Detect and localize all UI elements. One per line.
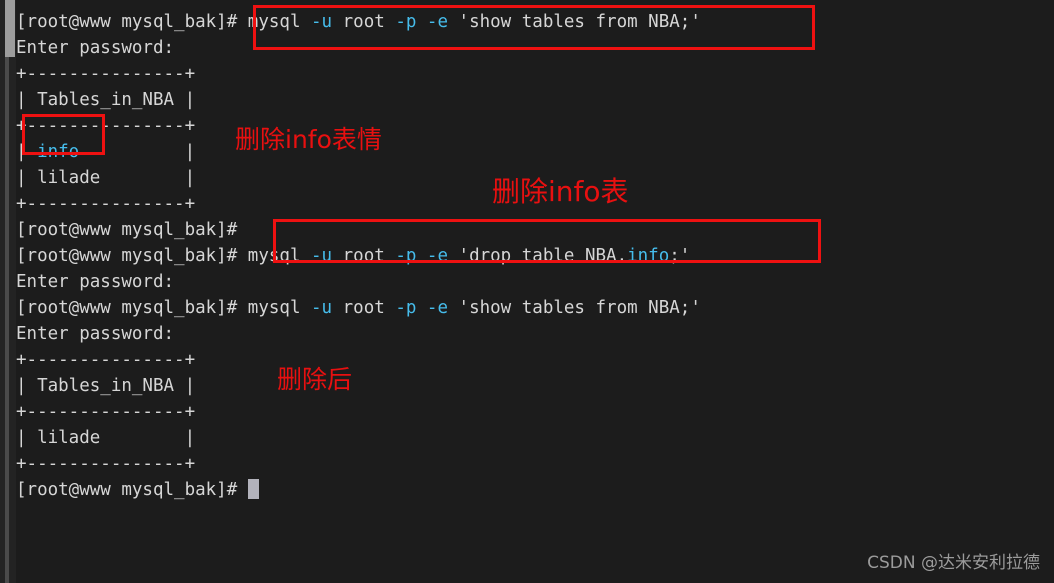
terminal-text-segment: [root@www mysql_bak]# bbox=[16, 480, 248, 500]
annotation-delete-info-table: 删除info表 bbox=[492, 175, 629, 208]
annotation-after-delete: 删除后 bbox=[277, 365, 353, 394]
terminal-text-segment: mysql bbox=[247, 246, 312, 266]
terminal-text-segment: +---------------+ bbox=[16, 454, 196, 474]
terminal-text-segment: Enter password: bbox=[16, 324, 175, 344]
terminal-text-segment: info bbox=[37, 142, 80, 162]
line-2-enter-password-1: Enter password: bbox=[16, 35, 1046, 61]
terminal-text-segment: +---------------+ bbox=[16, 64, 196, 84]
line-11-enter-password-2: Enter password: bbox=[16, 269, 1046, 295]
csdn-watermark: CSDN @达米安利拉德 bbox=[867, 553, 1040, 573]
terminal-text-segment: [root@www mysql_bak]# bbox=[16, 246, 248, 266]
terminal-text-segment: -e bbox=[426, 298, 459, 318]
terminal-text-segment: -p bbox=[395, 298, 427, 318]
terminal-text-segment: 'drop table NBA. bbox=[458, 246, 628, 266]
terminal-text-segment: | bbox=[79, 142, 196, 162]
terminal-text-segment: | lilade | bbox=[16, 168, 196, 188]
terminal-cursor bbox=[247, 479, 259, 499]
line-4-table-header-1: | Tables_in_NBA | bbox=[16, 87, 1046, 113]
terminal-text-segment: | bbox=[16, 142, 38, 162]
line-1-command-show-tables-1: [root@www mysql_bak]# mysql -u root -p -… bbox=[16, 9, 1046, 35]
terminal-text-segment: info bbox=[627, 246, 670, 266]
terminal-text-segment: [root@www mysql_bak]# bbox=[16, 298, 248, 318]
terminal-text-segment: -e bbox=[426, 246, 459, 266]
line-6-table-row-info: | info | bbox=[16, 139, 1046, 165]
terminal-text-segment: -p bbox=[395, 12, 427, 32]
terminal-text-segment: Enter password: bbox=[16, 38, 175, 58]
annotation-delete-info-table-emoji: 删除info表情 bbox=[235, 125, 382, 154]
vertical-scrollbar-thumb[interactable] bbox=[5, 0, 15, 57]
vertical-scrollbar-track[interactable] bbox=[5, 0, 15, 583]
line-14-table-top-border-2: +---------------+ bbox=[16, 347, 1046, 373]
line-13-enter-password-3: Enter password: bbox=[16, 321, 1046, 347]
line-12-command-show-tables-2: [root@www mysql_bak]# mysql -u root -p -… bbox=[16, 295, 1046, 321]
terminal-text-segment: | lilade | bbox=[16, 428, 196, 448]
terminal-text-segment: root bbox=[342, 298, 396, 318]
terminal-text-segment: -u bbox=[311, 298, 343, 318]
terminal-text-segment: -e bbox=[426, 12, 459, 32]
terminal-text-segment: +---------------+ bbox=[16, 116, 196, 136]
terminal-text-segment: mysql bbox=[247, 298, 312, 318]
terminal-text-segment: ;' bbox=[669, 246, 691, 266]
line-15-table-header-2: | Tables_in_NBA | bbox=[16, 373, 1046, 399]
terminal-text-segment: | Tables_in_NBA | bbox=[16, 376, 196, 396]
line-9-empty-prompt-1: [root@www mysql_bak]# bbox=[16, 217, 1046, 243]
terminal-text-segment: [root@www mysql_bak]# bbox=[16, 12, 248, 32]
terminal-text-segment: Enter password: bbox=[16, 272, 175, 292]
terminal-text-segment: | Tables_in_NBA | bbox=[16, 90, 196, 110]
terminal-text-segment: root bbox=[342, 12, 396, 32]
terminal-text-segment: 'show tables from NBA;' bbox=[458, 298, 701, 318]
line-10-command-drop-table: [root@www mysql_bak]# mysql -u root -p -… bbox=[16, 243, 1046, 269]
line-5-table-mid-border-1: +---------------+ bbox=[16, 113, 1046, 139]
line-16-table-mid-border-2: +---------------+ bbox=[16, 399, 1046, 425]
terminal-text-segment: -p bbox=[395, 246, 427, 266]
terminal-text-segment: -u bbox=[311, 12, 343, 32]
terminal-text-segment: +---------------+ bbox=[16, 350, 196, 370]
terminal-text-segment: +---------------+ bbox=[16, 194, 196, 214]
line-18-table-bottom-border-2: +---------------+ bbox=[16, 451, 1046, 477]
terminal-output[interactable]: [root@www mysql_bak]# mysql -u root -p -… bbox=[16, 9, 1046, 503]
terminal-text-segment: root bbox=[342, 246, 396, 266]
terminal-text-segment: mysql bbox=[247, 12, 312, 32]
line-3-table-top-border-1: +---------------+ bbox=[16, 61, 1046, 87]
line-19-final-prompt: [root@www mysql_bak]# bbox=[16, 477, 1046, 503]
terminal-text-segment: +---------------+ bbox=[16, 402, 196, 422]
terminal-text-segment: -u bbox=[311, 246, 343, 266]
line-17-table-row-lilade-2: | lilade | bbox=[16, 425, 1046, 451]
terminal-text-segment: 'show tables from NBA;' bbox=[458, 12, 701, 32]
terminal-text-segment: [root@www mysql_bak]# bbox=[16, 220, 238, 240]
